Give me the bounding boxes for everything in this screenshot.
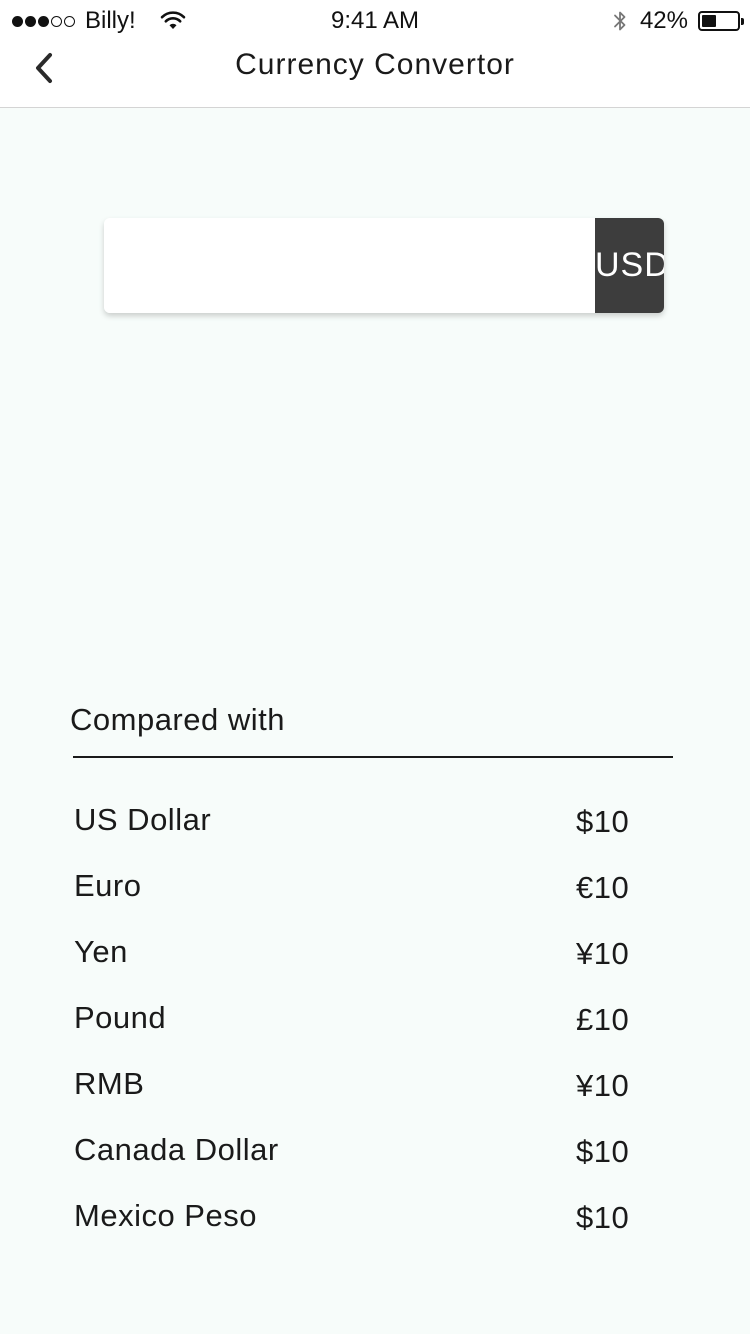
battery-icon [698, 11, 744, 31]
converted-value: ¥10 [576, 1068, 630, 1103]
page-title: Currency Convertor [235, 48, 515, 81]
amount-converter: USD [104, 218, 664, 313]
amount-input[interactable] [104, 218, 595, 313]
currency-name: RMB [74, 1066, 145, 1101]
battery-level [702, 15, 716, 27]
currency-row: Canada Dollar $10 [74, 1120, 634, 1186]
currency-name: Mexico Peso [74, 1198, 257, 1233]
converted-value: $10 [576, 1200, 630, 1235]
currency-name: Euro [74, 868, 142, 903]
currency-row: Pound £10 [74, 988, 634, 1054]
bluetooth-icon [614, 11, 626, 31]
currency-dropdown[interactable]: USD [595, 218, 664, 313]
top-header: Billy! 9:41 AM 42% Currency Convertor [0, 0, 750, 108]
converted-value: $10 [576, 1134, 630, 1169]
currency-name: Canada Dollar [74, 1132, 279, 1167]
divider [73, 756, 673, 758]
converted-value: ¥10 [576, 936, 630, 971]
status-bar: Billy! 9:41 AM 42% [0, 0, 750, 42]
currency-row: Euro €10 [74, 856, 634, 922]
converted-value: €10 [576, 870, 630, 905]
navigation-bar: Currency Convertor [0, 42, 750, 108]
currency-code: USD [595, 246, 664, 284]
currency-row: RMB ¥10 [74, 1054, 634, 1120]
converted-value: £10 [576, 1002, 630, 1037]
currency-name: Pound [74, 1000, 167, 1035]
comparison-list: US Dollar $10 Euro €10 Yen ¥10 Pound £10… [74, 790, 634, 1252]
currency-row: US Dollar $10 [74, 790, 634, 856]
compared-with-heading: Compared with [70, 702, 285, 737]
battery-percentage: 42% [639, 7, 688, 34]
converted-value: $10 [576, 804, 630, 839]
currency-name: US Dollar [74, 802, 212, 837]
currency-row: Mexico Peso $10 [74, 1186, 634, 1252]
currency-row: Yen ¥10 [74, 922, 634, 988]
currency-name: Yen [74, 934, 128, 969]
